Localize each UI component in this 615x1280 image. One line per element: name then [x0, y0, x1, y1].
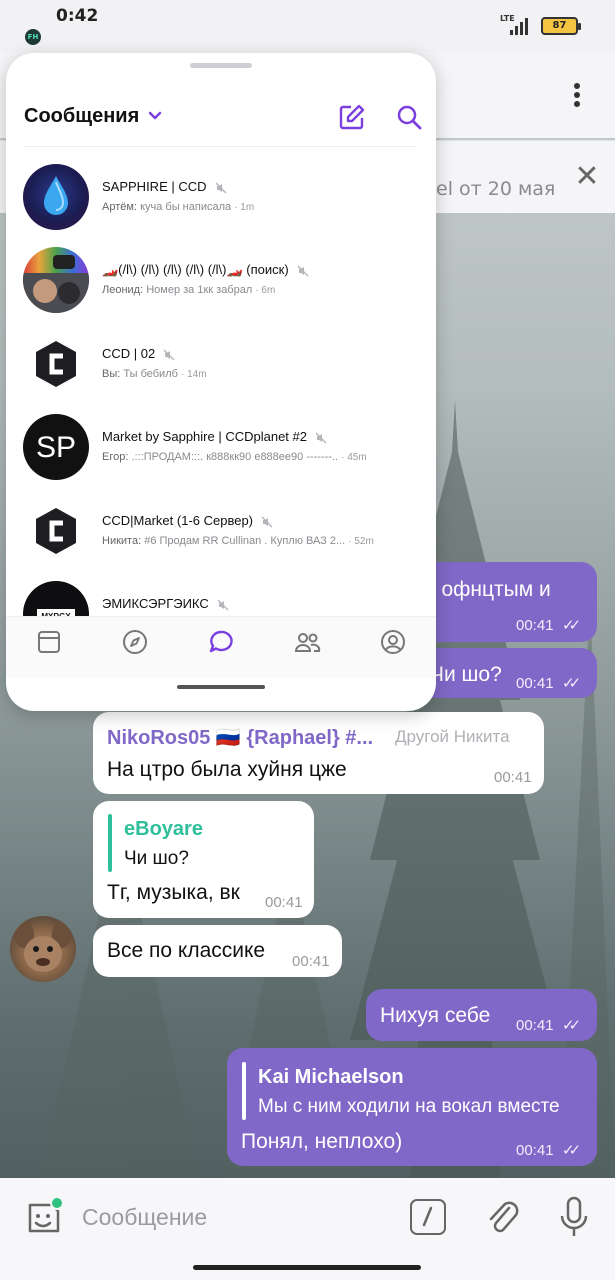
chat-title: ЭМИКСЭРГЭИКС	[102, 596, 229, 611]
message-text: Нихуя себе	[380, 1004, 491, 1027]
message-bubble[interactable]: NikoRos05 🇷🇺 {Raphael} #... Другой Никит…	[93, 712, 544, 794]
message-text: т офнцтым и	[426, 578, 551, 601]
chat-avatar	[23, 331, 89, 397]
chat-title: Market by Sapphire | CCDplanet #2	[102, 429, 327, 444]
message-time: 00:41	[516, 675, 554, 692]
chat-title: SAPPHIRE | CCD	[102, 179, 227, 194]
message-input[interactable]: Сообщение	[82, 1204, 207, 1231]
chat-preview: Вы: Ты бебилб · 14m	[102, 368, 207, 380]
message-bubble[interactable]: eBoyare Чи шо? Тг, музыка, вк 00:41	[93, 801, 314, 918]
chat-avatar	[23, 247, 89, 313]
muted-icon	[261, 516, 273, 528]
chat-list-item[interactable]: CCD | 02 Вы: Ты бебилб · 14m	[6, 323, 436, 405]
divider	[24, 146, 416, 147]
panel-gesture-bar[interactable]	[177, 685, 265, 689]
reply-author[interactable]: Kai Michaelson	[258, 1066, 404, 1089]
microphone-icon[interactable]	[558, 1196, 590, 1238]
status-time: 0:42	[56, 6, 99, 26]
attach-icon[interactable]	[485, 1198, 521, 1238]
message-text: Чи шо?	[430, 663, 502, 686]
sender-role: Другой Никита	[395, 727, 510, 746]
chat-title: CCD|Market (1-6 Сервер)	[102, 513, 273, 528]
panel-title[interactable]: Сообщения	[24, 105, 139, 128]
svg-text:SP: SP	[36, 431, 76, 464]
profile-icon[interactable]	[379, 628, 407, 656]
reply-bar	[108, 814, 112, 872]
reply-author[interactable]: eBoyare	[124, 818, 203, 841]
system-nav-bar	[0, 1260, 615, 1280]
message-time: 00:41	[494, 769, 532, 786]
pinned-message-text: el от 20 мая	[436, 178, 556, 200]
muted-icon	[217, 599, 229, 611]
message-time: 00:41	[516, 1017, 554, 1034]
message-text: Понял, неплохо)	[241, 1130, 403, 1153]
reply-text: Чи шо?	[124, 848, 189, 869]
chat-avatar: SP	[23, 414, 89, 480]
notification-dot	[50, 1196, 64, 1210]
compose-icon[interactable]	[338, 103, 366, 131]
message-bubble[interactable]: т офнцтым и 00:41 ✓✓	[418, 562, 597, 642]
message-time: 00:41	[292, 953, 330, 970]
chevron-down-icon[interactable]	[147, 109, 163, 123]
panel-drag-handle[interactable]	[190, 63, 252, 68]
chat-avatar	[23, 498, 89, 564]
read-ticks-icon: ✓✓	[562, 617, 581, 634]
read-ticks-icon: ✓✓	[562, 1142, 581, 1159]
explore-icon[interactable]	[121, 628, 149, 656]
message-text: Тг, музыка, вк	[107, 881, 240, 904]
muted-icon	[215, 182, 226, 194]
contacts-icon[interactable]	[293, 628, 321, 656]
chat-preview: Леонид: Номер за 1кк забрал · 6m	[102, 284, 276, 296]
chat-preview: Никита: #6 Продам RR Cullinan . Куплю ВА…	[102, 535, 374, 547]
chat-title: 🏎️(/l\) (/l\) (/l\) (/l\) (/l\)🏎️ (поиск…	[102, 262, 309, 278]
message-time: 00:41	[516, 617, 554, 634]
message-time: 00:41	[265, 894, 303, 911]
reply-bar	[242, 1062, 246, 1120]
message-bubble[interactable]: Нихуя себе 00:41 ✓✓	[366, 989, 597, 1041]
home-gesture-bar[interactable]	[193, 1265, 421, 1270]
status-bar: 0:42 FH LTE 87	[0, 0, 615, 52]
chats-icon[interactable]	[207, 628, 235, 656]
message-text: Все по классике	[107, 939, 266, 962]
feed-icon[interactable]	[35, 628, 63, 656]
reply-text: Мы с ним ходили на вокал вместе	[258, 1096, 560, 1117]
read-ticks-icon: ✓✓	[562, 675, 581, 692]
message-text: На цтро была хуйня цже	[107, 758, 347, 781]
muted-icon	[315, 432, 327, 444]
chat-list-popup: Сообщения SAPPHIRE | CCD Артём: куча бы …	[6, 53, 436, 711]
chat-list-item[interactable]: SP Market by Sapphire | CCDplanet #2 Его…	[6, 406, 436, 488]
message-bubble[interactable]: Все по классике 00:41	[93, 925, 342, 977]
battery-level: 87	[552, 20, 567, 31]
message-bubble[interactable]: Kai Michaelson Мы с ним ходили на вокал …	[227, 1048, 597, 1166]
muted-icon	[163, 349, 175, 361]
close-icon[interactable]: ✕	[572, 162, 602, 192]
chat-list-item[interactable]: 🏎️(/l\) (/l\) (/l\) (/l\) (/l\)🏎️ (поиск…	[6, 239, 436, 321]
chat-list-item[interactable]: SAPPHIRE | CCD Артём: куча бы написала ·…	[6, 156, 436, 238]
search-icon[interactable]	[396, 104, 422, 130]
muted-icon	[297, 265, 309, 277]
sender-name[interactable]: NikoRos05 🇷🇺 {Raphael} #...	[107, 725, 373, 750]
bot-commands-icon[interactable]	[410, 1199, 446, 1235]
chat-preview: Егор: .:::ПРОДАМ:::. к888кк90 е888ее90 -…	[102, 451, 367, 463]
sender-avatar[interactable]	[10, 916, 76, 982]
read-ticks-icon: ✓✓	[562, 1017, 581, 1034]
chat-list-item[interactable]: CCD|Market (1-6 Сервер) Никита: #6 Прода…	[6, 490, 436, 572]
battery-icon: 87	[541, 17, 581, 35]
chat-title: CCD | 02	[102, 346, 175, 361]
more-vertical-icon[interactable]	[565, 80, 589, 110]
app-notification-icon: FH	[25, 29, 41, 45]
signal-icon	[510, 18, 528, 35]
message-time: 00:41	[516, 1142, 554, 1159]
message-bubble[interactable]: Чи шо? 00:41 ✓✓	[418, 648, 597, 698]
chat-avatar	[23, 164, 89, 230]
chat-preview: Артём: куча бы написала · 1m	[102, 201, 255, 213]
